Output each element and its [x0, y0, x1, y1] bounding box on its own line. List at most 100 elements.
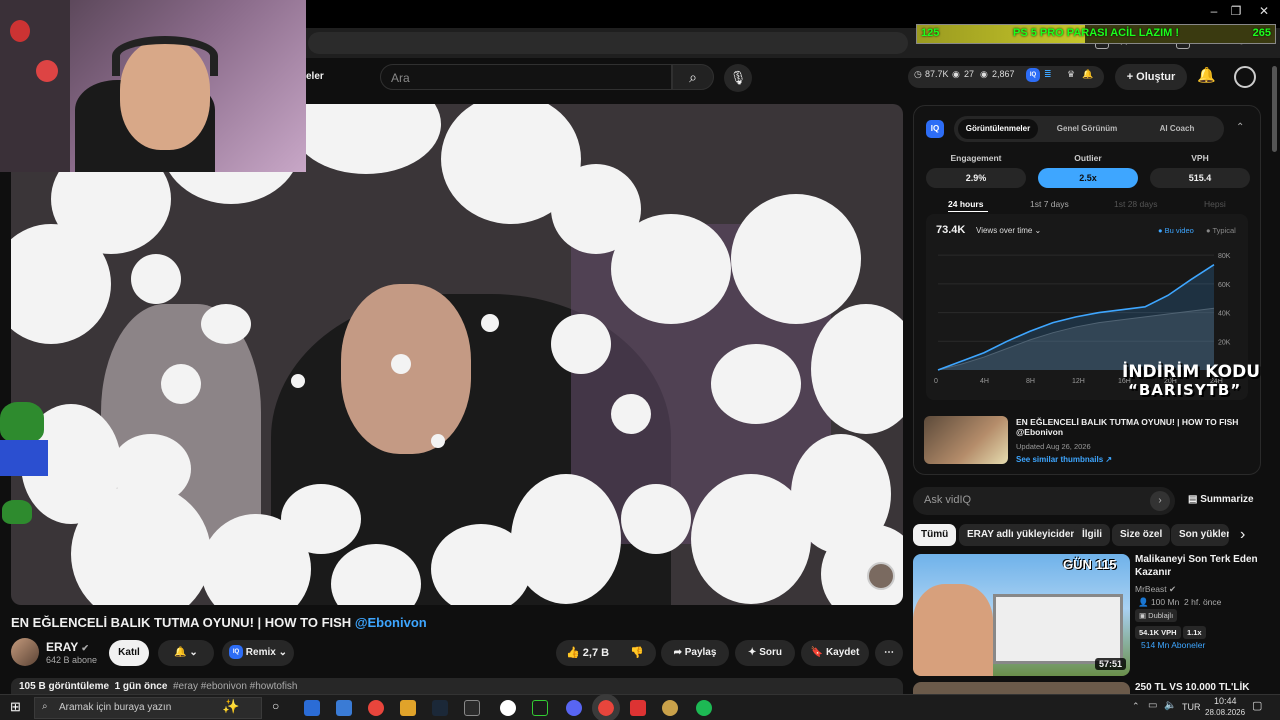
- maximize-icon[interactable]: ❐: [1226, 4, 1246, 18]
- share-label: Paylaş: [684, 647, 717, 658]
- search-input[interactable]: Ara: [380, 64, 672, 90]
- chrome-active-icon[interactable]: [592, 694, 620, 720]
- spotify-icon[interactable]: [696, 700, 712, 716]
- range-all[interactable]: Hepsi: [1204, 199, 1226, 209]
- channel-name-text: ERAY: [46, 640, 79, 654]
- clock-time[interactable]: 10:44: [1214, 696, 1237, 706]
- stream-goal-bar: 125 PS 5 PRO PARASI ACİL LAZIM ! 265: [916, 24, 1276, 44]
- tab-views[interactable]: Görüntülenmeler: [958, 119, 1038, 139]
- network-icon[interactable]: ▭: [1148, 700, 1157, 711]
- nvidia-icon[interactable]: [532, 700, 548, 716]
- legend-typical-label: Typical: [1212, 226, 1236, 235]
- create-button[interactable]: + Oluştur: [1115, 64, 1187, 90]
- store-icon[interactable]: [336, 700, 352, 716]
- vidiq-video-thumbnail[interactable]: [924, 416, 1008, 464]
- vph-badge: 54.1K VPH: [1135, 626, 1181, 639]
- chevron-right-icon: ›: [1158, 495, 1162, 506]
- current-views: 73.4K: [936, 224, 966, 236]
- save-button[interactable]: 🔖 Kaydet: [801, 640, 869, 666]
- clock-date[interactable]: 28.08.2026: [1205, 708, 1245, 717]
- minimize-icon[interactable]: –: [1204, 4, 1224, 18]
- bookmark-icon: 🔖: [810, 647, 826, 658]
- similar-thumbnails-link[interactable]: See similar thumbnails ↗: [1016, 455, 1112, 464]
- views-dropdown[interactable]: Views over time ⌄: [976, 226, 1041, 235]
- ask-label: Soru: [759, 647, 782, 658]
- summarize-button[interactable]: ▤ Summarize: [1188, 494, 1254, 505]
- range-7d[interactable]: 1st 7 days: [1030, 199, 1069, 209]
- collapse-icon[interactable]: ⌃: [1236, 122, 1244, 133]
- subscribe-bell-button[interactable]: 🔔 ⌄: [158, 640, 214, 666]
- bell-icon: 🔔 ⌄: [174, 647, 198, 658]
- description-box[interactable]: 105 B görüntüleme 1 gün önce #eray #ebon…: [11, 678, 903, 694]
- recommendation-channel[interactable]: MrBeast ✔: [1135, 584, 1176, 595]
- channel-avatar[interactable]: [11, 638, 39, 666]
- close-icon[interactable]: ✕: [1254, 4, 1274, 18]
- recommendation-stats: 👤 100 Mn 2 hf. önce: [1138, 597, 1221, 608]
- chip-from-uploader[interactable]: ERAY adlı yükleyiciden: [959, 524, 1085, 546]
- channel-name[interactable]: ERAY ✔: [46, 640, 89, 654]
- recommendation-title[interactable]: Malikaneyi Son Terk Eden Kazanır: [1135, 553, 1270, 579]
- tab-overview[interactable]: Genel Görünüm: [1046, 119, 1128, 139]
- account-avatar[interactable]: [1234, 66, 1256, 88]
- search-icon: ⌕: [689, 69, 697, 85]
- input-language[interactable]: TUR: [1182, 702, 1201, 712]
- windows-start-icon[interactable]: ⊞: [10, 699, 21, 715]
- list-icon[interactable]: ≣: [1044, 69, 1052, 80]
- steam-icon[interactable]: [432, 700, 448, 716]
- hashtags[interactable]: #eray #ebonivon #howtofish: [173, 681, 298, 692]
- chip-related[interactable]: İlgili: [1074, 524, 1110, 546]
- tab-ai-coach[interactable]: AI Coach: [1136, 119, 1218, 139]
- legend-this-video-label: Bu video: [1164, 226, 1194, 235]
- channel-watermark[interactable]: [867, 562, 895, 590]
- headphones: [112, 36, 218, 76]
- dislike-button[interactable]: 👎: [630, 646, 644, 659]
- like-button[interactable]: 👍 2,7 B: [566, 646, 609, 659]
- trophy-icon[interactable]: ♛: [1067, 69, 1075, 80]
- ask-send-button[interactable]: ›: [1150, 491, 1170, 511]
- task-view-icon[interactable]: ○: [272, 699, 279, 713]
- y-tick-label: 80K: [1218, 253, 1231, 260]
- join-button[interactable]: Katıl: [109, 640, 149, 666]
- range-24h[interactable]: 24 hours: [948, 199, 983, 209]
- recommendation-thumbnail-2[interactable]: [913, 682, 1130, 694]
- y-tick-label: 40K: [1218, 311, 1231, 318]
- search-button[interactable]: ⌕: [672, 64, 714, 90]
- page-scrollbar[interactable]: [1272, 66, 1277, 152]
- tray-chevron-icon[interactable]: ⌃: [1132, 701, 1140, 712]
- recommendation-thumbnail[interactable]: GÜN 115 57:51: [913, 554, 1130, 676]
- alert-bell-icon[interactable]: 🔔: [1082, 69, 1093, 80]
- share-button[interactable]: ➦ Paylaş: [661, 640, 729, 666]
- recommendation-title-2[interactable]: 250 TL VS 10.000 TL'LİK: [1135, 681, 1270, 694]
- vidiq-remix-button[interactable]: IQ Remix ⌄: [222, 640, 294, 666]
- chip-for-you[interactable]: Size özel: [1112, 524, 1171, 546]
- chips-next-icon[interactable]: ›: [1240, 526, 1245, 544]
- app-icon[interactable]: [630, 700, 646, 716]
- chip-recent[interactable]: Son yüklen: [1171, 524, 1229, 546]
- epic-games-icon[interactable]: [464, 700, 480, 716]
- title-mention[interactable]: @Ebonivon: [355, 615, 427, 630]
- volume-icon[interactable]: 🔈: [1164, 700, 1176, 711]
- figurine: [36, 60, 58, 82]
- app-icon[interactable]: [304, 700, 320, 716]
- voice-search-button[interactable]: 🎙: [724, 64, 752, 92]
- chip-all[interactable]: Tümü: [913, 524, 957, 546]
- frog-emote-body: [0, 440, 48, 476]
- obs-icon[interactable]: [500, 700, 516, 716]
- notification-center-icon[interactable]: ▢: [1252, 699, 1262, 712]
- range-28d[interactable]: 1st 28 days: [1114, 199, 1157, 209]
- copilot-sparkle-icon[interactable]: ✨: [222, 698, 239, 715]
- ask-vidiq-input[interactable]: Ask vidIQ: [913, 487, 1175, 515]
- league-icon[interactable]: [662, 700, 678, 716]
- clock-icon: ◷: [914, 69, 922, 79]
- ask-button[interactable]: ✦ Soru: [735, 640, 795, 666]
- file-explorer-icon[interactable]: [400, 700, 416, 716]
- url-field[interactable]: [308, 32, 908, 54]
- legend-this-video: ● Bu video: [1158, 226, 1194, 235]
- eye-icon: ◉: [980, 69, 988, 79]
- video-player[interactable]: [11, 104, 903, 605]
- vidiq-logo-icon[interactable]: IQ: [1026, 68, 1040, 82]
- more-actions-button[interactable]: ⋯: [875, 640, 903, 666]
- chrome-icon[interactable]: [368, 700, 384, 716]
- discord-icon[interactable]: [566, 700, 582, 716]
- notifications-icon[interactable]: 🔔: [1197, 66, 1216, 84]
